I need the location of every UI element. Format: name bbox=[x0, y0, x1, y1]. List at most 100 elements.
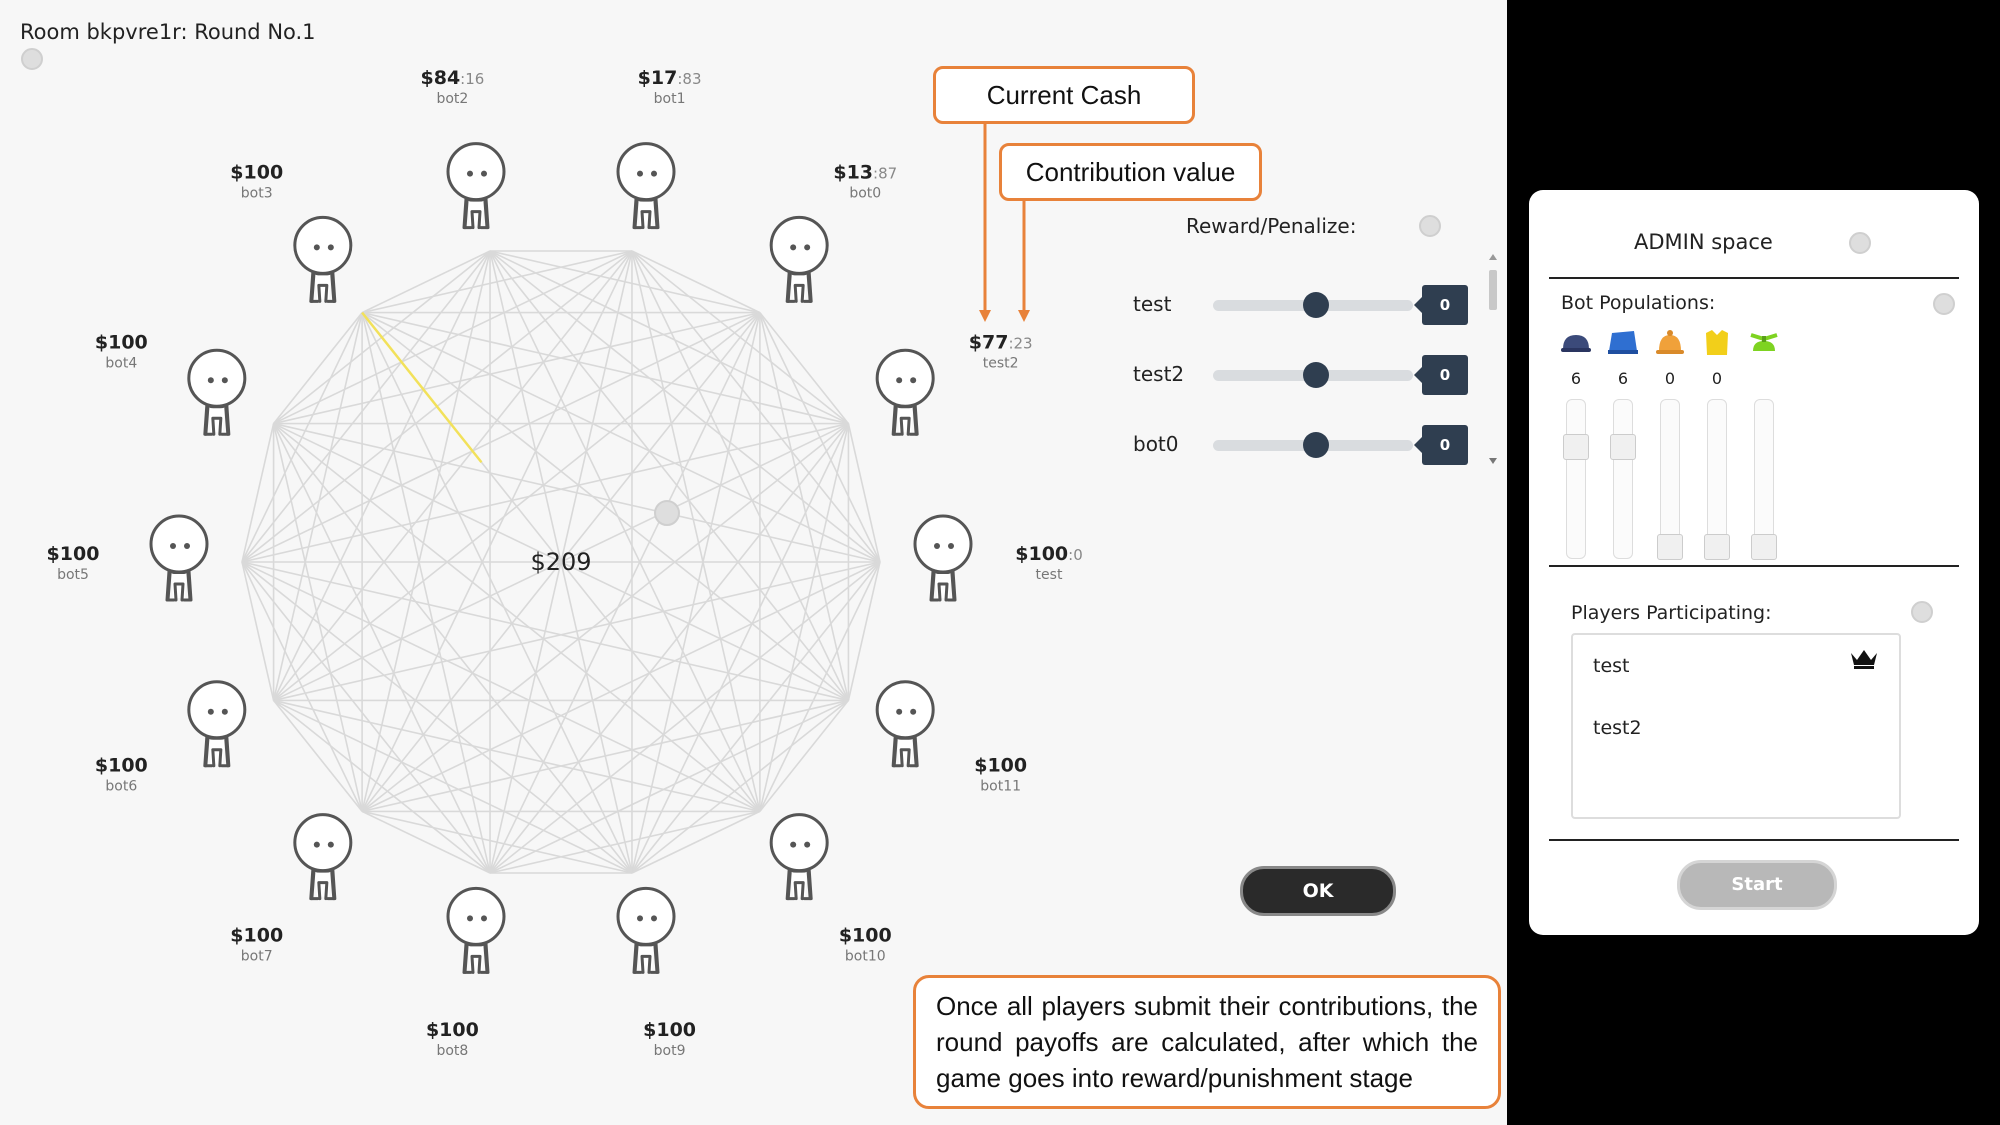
contribution-value: :83 bbox=[677, 70, 701, 88]
bot-population-column: 0 bbox=[1700, 327, 1734, 560]
bot-populations-label: Bot Populations: bbox=[1561, 292, 1716, 314]
player-cash: $100 bbox=[95, 331, 148, 353]
player-name: bot2 bbox=[436, 91, 468, 107]
network-edge bbox=[631, 561, 881, 874]
player-cash: $100 bbox=[230, 925, 283, 947]
admin-panel: ADMIN space Bot Populations: 6 6 0 0 Player… bbox=[1529, 190, 1979, 935]
players-toggle[interactable] bbox=[1911, 601, 1933, 623]
player-cash: $100 bbox=[230, 161, 283, 183]
bot-population-column: 6 bbox=[1559, 327, 1593, 559]
cash-value: $100 bbox=[643, 1019, 696, 1041]
player-name: bot8 bbox=[436, 1043, 468, 1059]
player-cash: $84:16 bbox=[421, 67, 485, 89]
network-edge bbox=[631, 250, 761, 812]
bot-populations-toggle[interactable] bbox=[1933, 293, 1955, 315]
reward-slider-thumb[interactable] bbox=[1303, 432, 1329, 458]
bot-population-slider[interactable] bbox=[1751, 399, 1777, 560]
network-edge bbox=[272, 423, 491, 874]
navy-hat-icon bbox=[1561, 335, 1591, 352]
scroll-thumb bbox=[1489, 270, 1497, 310]
network-edge bbox=[489, 423, 850, 874]
bot-population-handle[interactable] bbox=[1751, 534, 1777, 560]
bot-population-handle[interactable] bbox=[1704, 534, 1730, 560]
reward-penalize-toggle[interactable] bbox=[1419, 215, 1441, 237]
cash-value: $100 bbox=[426, 1019, 479, 1041]
start-button[interactable]: Start bbox=[1677, 860, 1837, 910]
contribution-value: :16 bbox=[460, 70, 484, 88]
player-avatar bbox=[293, 215, 353, 303]
network-edge bbox=[241, 561, 491, 874]
stage-note-callout: Once all players submit their contributi… bbox=[913, 975, 1501, 1109]
reward-row-name: bot0 bbox=[1133, 432, 1179, 456]
bot-count: 6 bbox=[1570, 369, 1582, 388]
bot-population-handle[interactable] bbox=[1563, 433, 1589, 460]
player-name: bot3 bbox=[241, 185, 273, 201]
yellow-shirt-icon bbox=[1706, 330, 1728, 355]
player-cash: $100 bbox=[47, 543, 100, 565]
player-name: bot6 bbox=[105, 779, 137, 795]
reward-slider-thumb[interactable] bbox=[1303, 362, 1329, 388]
blue-box-hat-icon bbox=[1608, 331, 1638, 354]
network-edge bbox=[631, 250, 850, 701]
reward-row-test2: test2 0 bbox=[1133, 355, 1470, 395]
bot-population-slider[interactable] bbox=[1657, 399, 1683, 560]
network-edge bbox=[631, 250, 761, 314]
bot-count bbox=[1747, 369, 1781, 389]
admin-title: ADMIN space bbox=[1634, 230, 1773, 254]
reward-row-test: test 0 bbox=[1133, 285, 1470, 325]
player-avatar bbox=[769, 215, 829, 303]
network-edge bbox=[631, 312, 761, 874]
reward-value-badge: 0 bbox=[1414, 425, 1468, 465]
player-cash: $100 bbox=[974, 755, 1027, 777]
bot-population-slider[interactable] bbox=[1704, 399, 1730, 560]
reward-slider-thumb[interactable] bbox=[1303, 292, 1329, 318]
admin-toggle[interactable] bbox=[1849, 232, 1871, 254]
reward-list-scrollbar[interactable] bbox=[1486, 250, 1500, 470]
contribution-value: :23 bbox=[1008, 334, 1032, 352]
network-edge bbox=[489, 250, 761, 812]
pot-total: $209 bbox=[530, 548, 591, 576]
list-item[interactable]: test bbox=[1593, 655, 1630, 677]
network-center-toggle[interactable] bbox=[654, 500, 680, 526]
cash-value: $100 bbox=[95, 331, 148, 353]
player-avatar bbox=[769, 813, 829, 901]
reward-row-name: test bbox=[1133, 292, 1172, 316]
reward-row-bot0: bot0 0 bbox=[1133, 425, 1470, 465]
current-cash-callout: Current Cash bbox=[933, 66, 1195, 124]
cash-value: $100 bbox=[230, 925, 283, 947]
divider bbox=[1549, 565, 1959, 567]
cash-value: $84 bbox=[421, 67, 461, 89]
player-cash: $13:87 bbox=[833, 161, 897, 183]
player-avatar bbox=[913, 514, 973, 602]
cash-value: $100 bbox=[1015, 543, 1068, 565]
contribution-value: :87 bbox=[873, 164, 897, 182]
cash-value: $100 bbox=[839, 925, 892, 947]
player-name: bot7 bbox=[241, 949, 273, 965]
cash-value: $17 bbox=[638, 67, 678, 89]
crown-icon bbox=[1851, 650, 1877, 669]
player-cash: $100 bbox=[839, 925, 892, 947]
bot-population-handle[interactable] bbox=[1657, 534, 1683, 560]
player-name: bot5 bbox=[57, 567, 89, 583]
network-edge bbox=[241, 561, 363, 812]
player-name: bot4 bbox=[105, 355, 137, 371]
cash-value: $77 bbox=[969, 331, 1009, 353]
bot-population-handle[interactable] bbox=[1610, 433, 1636, 460]
ok-button[interactable]: OK bbox=[1240, 866, 1396, 916]
bot-count: 0 bbox=[1711, 369, 1723, 388]
bell-icon bbox=[1656, 330, 1684, 354]
player-avatar bbox=[875, 680, 935, 768]
bot-population-slider[interactable] bbox=[1563, 399, 1589, 559]
network-edge bbox=[272, 250, 633, 701]
cash-value: $100 bbox=[47, 543, 100, 565]
reward-value-badge: 0 bbox=[1414, 285, 1468, 325]
contribution-value-callout: Contribution value bbox=[999, 143, 1262, 201]
network-edge bbox=[631, 810, 761, 874]
network-edge bbox=[361, 312, 633, 874]
player-cash: $77:23 bbox=[969, 331, 1033, 353]
list-item[interactable]: test2 bbox=[1593, 717, 1642, 739]
player-avatar bbox=[149, 514, 209, 602]
bot-population-slider[interactable] bbox=[1610, 399, 1636, 559]
player-name: test2 bbox=[983, 355, 1019, 371]
network-edge bbox=[361, 810, 491, 874]
